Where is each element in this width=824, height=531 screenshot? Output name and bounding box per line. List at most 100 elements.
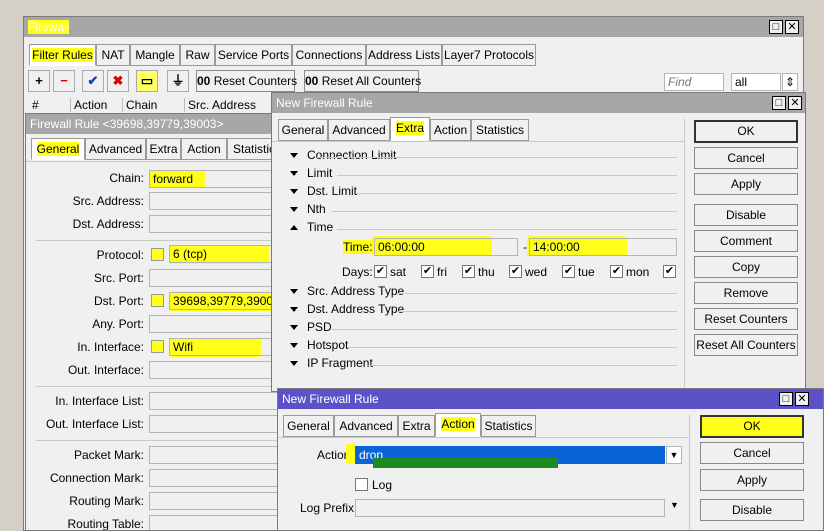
section-dst-address-type[interactable]: Dst. Address Type [290, 302, 404, 316]
cancel-button[interactable]: Cancel [694, 147, 798, 169]
routing-table-field[interactable] [149, 515, 294, 530]
log-prefix-field[interactable] [355, 499, 665, 517]
maximize-button[interactable]: □ [769, 20, 783, 34]
tab-action[interactable]: Action [181, 138, 227, 160]
disable-button[interactable]: Disable [694, 204, 798, 226]
routing-mark-field[interactable] [149, 492, 294, 510]
log-prefix-dropdown-icon[interactable]: ▼ [670, 500, 679, 510]
ok-button[interactable]: OK [694, 120, 798, 143]
tab-extra[interactable]: Extra [146, 138, 181, 160]
tab-general[interactable]: General [31, 138, 85, 160]
section-nth[interactable]: Nth [290, 202, 326, 216]
tab-advanced[interactable]: Advanced [85, 138, 146, 160]
protocol-negate-checkbox[interactable] [151, 248, 164, 261]
day-sat-checkbox[interactable]: ✔ [374, 265, 387, 278]
tab-general[interactable]: General [283, 415, 334, 437]
tab-extra[interactable]: Extra [398, 415, 435, 437]
routing-mark-label: Routing Mark: [69, 494, 144, 508]
log-prefix-label: Log Prefix: [300, 501, 358, 515]
log-checkbox[interactable] [355, 478, 368, 491]
collapse-arrow-icon [290, 225, 298, 231]
day-fri-checkbox[interactable]: ✔ [421, 265, 434, 278]
comment-button[interactable]: ▭ [136, 70, 158, 92]
new-rule-action-titlebar[interactable]: New Firewall Rule [278, 389, 823, 409]
firewall-rule-titlebar[interactable]: Firewall Rule <39698,39779,39003> [26, 114, 294, 134]
ok-button[interactable]: OK [700, 415, 804, 438]
section-time[interactable]: Time [290, 220, 333, 234]
tab-service-ports[interactable]: Service Ports [215, 44, 292, 66]
filter-button[interactable]: ⏚ [167, 70, 189, 92]
connection-mark-field[interactable] [149, 469, 294, 487]
section-psd[interactable]: PSD [290, 320, 332, 334]
dst-address-label: Dst. Address: [72, 217, 144, 231]
tab-connections[interactable]: Connections [292, 44, 366, 66]
x-icon: ✖ [112, 73, 124, 88]
enable-button[interactable]: ✔ [82, 70, 104, 92]
disable-button[interactable]: Disable [700, 499, 804, 521]
close-button[interactable]: ✕ [788, 96, 802, 110]
section-connection-limit[interactable]: Connection Limit [290, 148, 396, 162]
day-wed-checkbox[interactable]: ✔ [509, 265, 522, 278]
column-header-chain[interactable]: Chain [123, 98, 185, 112]
tab-advanced[interactable]: Advanced [328, 119, 390, 141]
tab-nat[interactable]: NAT [96, 44, 130, 66]
tab-layer7-protocols[interactable]: Layer7 Protocols [442, 44, 536, 66]
reset-counters-button[interactable]: Reset Counters [694, 308, 798, 330]
filter-select[interactable]: all [731, 73, 781, 91]
firewall-titlebar[interactable]: Firewall [24, 17, 803, 37]
tab-mangle[interactable]: Mangle [130, 44, 180, 66]
filter-dropdown-button[interactable]: ⇕ [782, 73, 798, 91]
tab-filter-rules[interactable]: Filter Rules [29, 44, 96, 66]
section-limit[interactable]: Limit [290, 166, 332, 180]
day-mon-checkbox[interactable]: ✔ [610, 265, 623, 278]
action-dropdown-button[interactable]: ▼ [666, 446, 682, 464]
new-rule-extra-titlebar[interactable]: New Firewall Rule [272, 93, 805, 113]
new-rule-action-window: New Firewall Rule □ ✕ General Advanced E… [277, 388, 824, 531]
tab-action[interactable]: Action [430, 119, 471, 141]
comment-button[interactable]: Comment [694, 230, 798, 252]
column-header-src-address[interactable]: Src. Address [185, 98, 275, 112]
close-button[interactable]: ✕ [795, 392, 809, 406]
time-start-field[interactable]: 06:00:00 [374, 238, 518, 256]
disable-button[interactable]: ✖ [107, 70, 129, 92]
dst-port-negate-checkbox[interactable] [151, 294, 164, 307]
tab-raw[interactable]: Raw [180, 44, 215, 66]
in-interface-negate-checkbox[interactable] [151, 340, 164, 353]
protocol-label: Protocol: [96, 248, 144, 262]
reset-all-counters-button[interactable]: 00 Reset All Counters [304, 70, 421, 92]
find-input[interactable] [664, 73, 724, 91]
tab-statistics[interactable]: Statistics [471, 119, 529, 141]
remove-button[interactable]: Remove [694, 282, 798, 304]
column-header-action[interactable]: Action [71, 98, 123, 112]
in-interface-list-field[interactable] [149, 392, 294, 410]
section-hotspot[interactable]: Hotspot [290, 338, 348, 352]
reset-counters-button[interactable]: 00 Reset Counters [196, 70, 297, 92]
packet-mark-field[interactable] [149, 446, 294, 464]
day-thu-checkbox[interactable]: ✔ [462, 265, 475, 278]
section-ip-fragment[interactable]: IP Fragment [290, 356, 373, 370]
reset-all-counters-button[interactable]: Reset All Counters [694, 334, 798, 356]
remove-button[interactable]: − [53, 70, 75, 92]
tab-advanced[interactable]: Advanced [334, 415, 398, 437]
cancel-button[interactable]: Cancel [700, 442, 804, 464]
day-tue-checkbox[interactable]: ✔ [562, 265, 575, 278]
tab-action[interactable]: Action [435, 413, 481, 437]
apply-button[interactable]: Apply [700, 469, 804, 491]
add-button[interactable]: + [28, 70, 50, 92]
copy-button[interactable]: Copy [694, 256, 798, 278]
column-header-number[interactable]: # [29, 98, 71, 112]
apply-button[interactable]: Apply [694, 173, 798, 195]
tab-address-lists[interactable]: Address Lists [366, 44, 442, 66]
maximize-button[interactable]: □ [772, 96, 786, 110]
tab-general[interactable]: General [278, 119, 328, 141]
tab-statistics[interactable]: Statistics [481, 415, 536, 437]
out-interface-list-field[interactable] [149, 415, 294, 433]
section-dst-limit[interactable]: Dst. Limit [290, 184, 357, 198]
maximize-button[interactable]: □ [779, 392, 793, 406]
close-button[interactable]: ✕ [785, 20, 799, 34]
tab-extra[interactable]: Extra [390, 117, 430, 141]
day-sun-checkbox[interactable]: ✔ [663, 265, 676, 278]
time-end-field[interactable]: 14:00:00 [529, 238, 677, 256]
section-src-address-type[interactable]: Src. Address Type [290, 284, 404, 298]
day-tue-label: tue [578, 265, 595, 279]
